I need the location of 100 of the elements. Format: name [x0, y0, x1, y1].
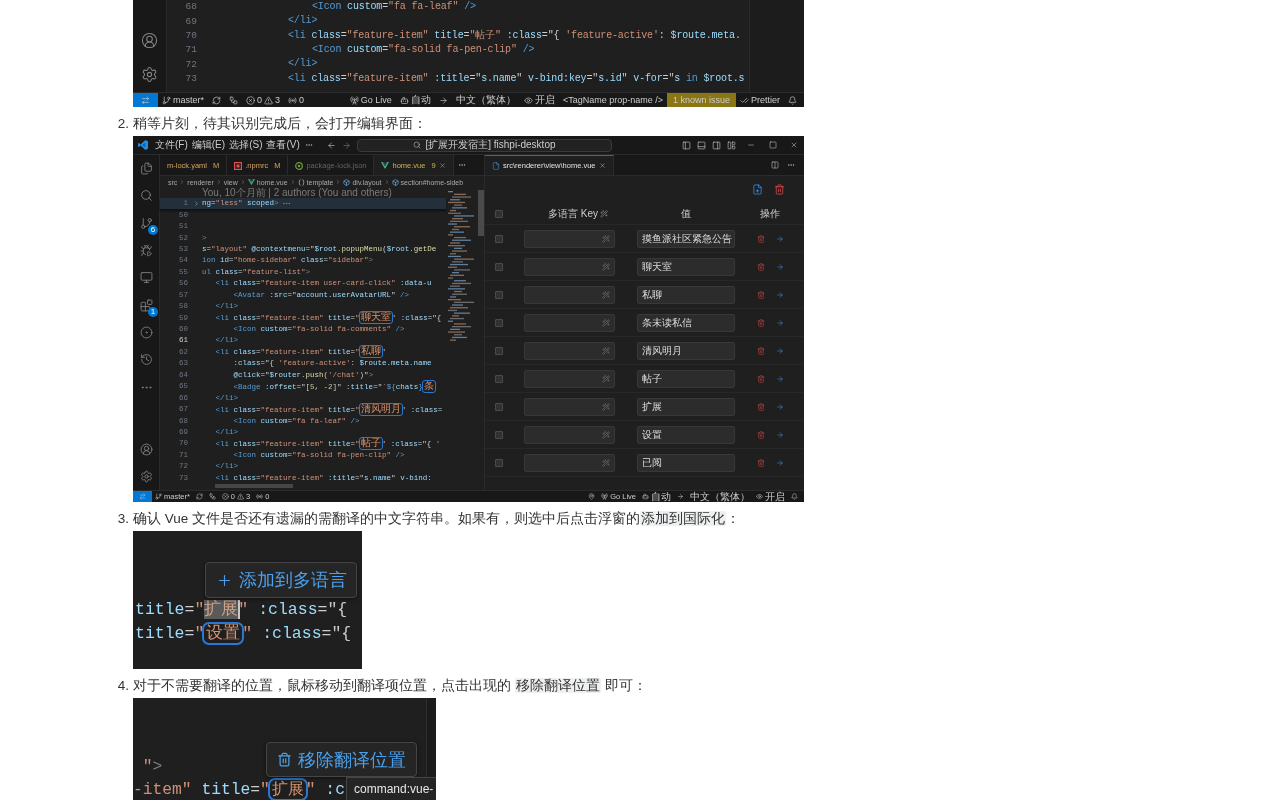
- checkbox[interactable]: [495, 402, 503, 411]
- key-input[interactable]: [524, 425, 615, 444]
- more-icon[interactable]: [787, 161, 795, 169]
- remote-button[interactable]: [133, 93, 158, 107]
- key-input[interactable]: [524, 453, 615, 472]
- preview-button[interactable]: 开启: [753, 491, 788, 502]
- minimize-icon[interactable]: [747, 141, 755, 149]
- circle-dot-icon[interactable]: [139, 325, 153, 339]
- command-center[interactable]: [扩展开发宿主] fishpi-desktop: [357, 138, 612, 152]
- value-input[interactable]: 扩展: [637, 397, 735, 416]
- key-input[interactable]: [524, 397, 615, 416]
- arrow-icon[interactable]: [776, 374, 784, 383]
- value-input[interactable]: 私聊: [637, 285, 735, 304]
- menu-item[interactable]: 选择(S): [227, 140, 265, 150]
- checkbox[interactable]: [495, 318, 503, 327]
- formatter-button[interactable]: Prettier: [736, 93, 784, 107]
- add-button[interactable]: 添加到多语言: [205, 562, 357, 598]
- notifications-button[interactable]: [788, 491, 801, 502]
- arrow-icon[interactable]: [776, 234, 784, 243]
- go-live-button[interactable]: Go Live: [345, 93, 396, 107]
- blocks-icon[interactable]: [139, 298, 153, 312]
- trash-icon[interactable]: [757, 430, 765, 439]
- maximize-icon[interactable]: [769, 141, 777, 149]
- split-icon[interactable]: [771, 161, 779, 169]
- language-button[interactable]: 中文（繁体）: [451, 93, 520, 107]
- back-arrow-icon[interactable]: [327, 140, 336, 150]
- checkbox[interactable]: [495, 374, 503, 383]
- files-icon[interactable]: [139, 162, 153, 176]
- trash-icon[interactable]: [774, 184, 785, 195]
- search-icon[interactable]: [139, 189, 153, 203]
- assistant-button[interactable]: 自动: [639, 491, 674, 502]
- arrow-icon[interactable]: [776, 430, 784, 439]
- checkbox[interactable]: [495, 209, 503, 218]
- value-input[interactable]: 清风明月: [637, 341, 735, 360]
- assistant-button[interactable]: 自动: [395, 93, 435, 107]
- value-input[interactable]: 设置: [637, 425, 735, 444]
- key-input[interactable]: [524, 369, 615, 388]
- close-icon[interactable]: [438, 162, 446, 169]
- arrow-icon[interactable]: [776, 290, 784, 299]
- account-icon[interactable]: [139, 443, 153, 456]
- arrow-icon[interactable]: [776, 402, 784, 411]
- arrow-icon[interactable]: [776, 458, 784, 467]
- trash-icon[interactable]: [757, 318, 765, 327]
- value-input[interactable]: 条未读私信: [637, 313, 735, 332]
- value-input[interactable]: 已阅: [637, 453, 735, 472]
- monitor-icon[interactable]: [139, 271, 153, 285]
- layout-icon[interactable]: [727, 140, 736, 150]
- more-icon[interactable]: [304, 141, 313, 149]
- bug-play-icon[interactable]: [139, 244, 153, 258]
- value-input[interactable]: 帖子: [637, 369, 735, 388]
- checkbox[interactable]: [495, 290, 503, 299]
- key-input[interactable]: [524, 341, 615, 360]
- preview-button[interactable]: 开启: [519, 93, 559, 107]
- trash-icon[interactable]: [757, 262, 765, 271]
- more-icon[interactable]: [457, 161, 466, 169]
- trash-icon[interactable]: [757, 346, 765, 355]
- trash-icon[interactable]: [757, 290, 765, 299]
- arrow-icon[interactable]: [776, 346, 784, 355]
- menu-item[interactable]: 编辑(E): [189, 140, 228, 150]
- key-input[interactable]: [524, 285, 615, 304]
- arrow-icon[interactable]: [776, 318, 784, 327]
- trash-icon[interactable]: [757, 458, 765, 467]
- remove-button[interactable]: 移除翻译位置: [266, 742, 417, 777]
- branch-icon[interactable]: [139, 216, 153, 230]
- menu-item[interactable]: 文件(F): [153, 140, 190, 150]
- app-logo-icon[interactable]: [138, 140, 148, 150]
- key-input[interactable]: [524, 257, 615, 276]
- value-input[interactable]: 摸鱼派社区紧急公告: [637, 229, 735, 248]
- key-input[interactable]: [524, 313, 615, 332]
- settings-icon[interactable]: [141, 65, 158, 83]
- forward-arrow-icon[interactable]: [342, 140, 351, 150]
- trash-icon[interactable]: [757, 374, 765, 383]
- checkbox[interactable]: [495, 234, 503, 243]
- checkbox[interactable]: [495, 346, 503, 355]
- panel-right-icon[interactable]: [712, 140, 721, 150]
- ports-button[interactable]: 0: [284, 93, 309, 107]
- problems-button[interactable]: 0 3: [242, 93, 285, 107]
- checkbox[interactable]: [495, 430, 503, 439]
- settings-icon[interactable]: [139, 470, 153, 483]
- language-button[interactable]: 中文（繁体）: [687, 491, 753, 502]
- checkbox[interactable]: [495, 262, 503, 271]
- trash-icon[interactable]: [757, 402, 765, 411]
- branch-button[interactable]: master*: [158, 93, 208, 107]
- scrollbar-thumb[interactable]: [478, 190, 484, 236]
- remote-button[interactable]: [133, 491, 152, 502]
- close-icon[interactable]: [598, 162, 606, 169]
- close-icon[interactable]: [790, 141, 798, 149]
- account-icon[interactable]: [141, 31, 158, 49]
- panel-left-icon[interactable]: [682, 140, 691, 150]
- arrow-icon[interactable]: [776, 262, 784, 271]
- panel-bottom-icon[interactable]: [697, 140, 706, 150]
- chevron-icon[interactable]: [192, 200, 200, 208]
- trash-icon[interactable]: [757, 234, 765, 243]
- key-input[interactable]: [524, 229, 615, 248]
- menu-item[interactable]: 查看(V): [264, 140, 302, 150]
- tag-format-button[interactable]: <TagName prop-name />: [558, 93, 667, 107]
- value-input[interactable]: 聊天室: [637, 257, 735, 276]
- scrollbar-thumb[interactable]: [215, 483, 293, 488]
- file-plus-icon[interactable]: [752, 184, 763, 195]
- checkbox[interactable]: [495, 458, 503, 467]
